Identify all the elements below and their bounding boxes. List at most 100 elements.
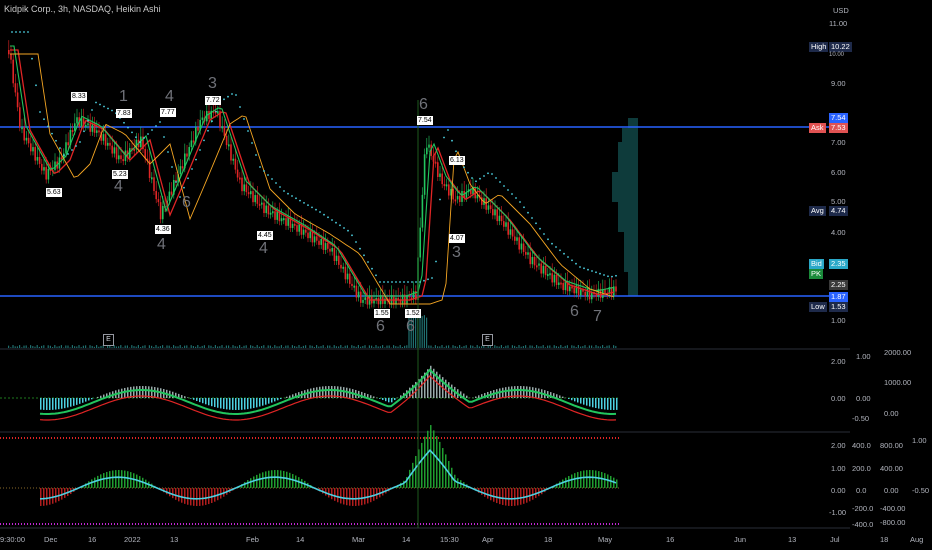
time-tick: Jul (830, 535, 840, 544)
volume-bar (593, 347, 595, 348)
histogram-bar (562, 396, 564, 398)
volume-bar (368, 345, 370, 348)
volume-bar (36, 345, 38, 348)
candle-body (538, 263, 540, 266)
histogram-bar (475, 396, 477, 398)
earnings-marker[interactable]: E (482, 334, 493, 346)
trail-dot (563, 252, 565, 255)
trail-dot (507, 189, 509, 191)
volume-bar (122, 347, 124, 348)
candle-body (109, 142, 111, 146)
histogram-bar (67, 398, 69, 408)
candle-body (549, 273, 551, 276)
volume-bar (399, 345, 401, 348)
candle-body (562, 282, 564, 291)
histogram-bar (232, 398, 234, 410)
trail-dot (87, 119, 89, 122)
histogram-bar (568, 398, 570, 400)
volume-bar (274, 345, 276, 348)
histogram-bar (439, 441, 441, 488)
histogram-bar (193, 488, 195, 506)
candle-body (322, 238, 325, 250)
candle-body (71, 130, 74, 133)
histogram-bar (214, 398, 216, 408)
histogram-bar (601, 472, 603, 488)
trail-dot (591, 270, 593, 272)
candle-body (318, 240, 320, 245)
volume-bar (41, 345, 43, 348)
volume-bar (536, 345, 538, 348)
volume-bar (140, 347, 142, 348)
candle-body (489, 205, 492, 210)
candle-body (518, 237, 520, 250)
volume-bar (285, 345, 287, 348)
histogram-bar (184, 488, 186, 504)
trail-dot (471, 177, 473, 179)
histogram-bar (196, 398, 198, 401)
volume-bar (241, 347, 243, 348)
candle-body (98, 130, 100, 133)
price-label: 4.45 (257, 231, 273, 240)
time-tick: 18 (544, 535, 553, 544)
chart-canvas[interactable] (0, 0, 932, 550)
histogram-bar (346, 488, 348, 506)
histogram-bar (562, 479, 564, 488)
volume-bar (100, 345, 102, 348)
candle-body (179, 166, 182, 175)
candle-body (428, 144, 430, 148)
trail-dot (467, 171, 469, 174)
volume-bar (496, 346, 498, 348)
trail-dot (171, 166, 173, 168)
histogram-bar (364, 488, 366, 505)
time-tick: 18 (880, 535, 889, 544)
high-value: 10.22 (829, 42, 852, 52)
histogram-bar (208, 398, 210, 406)
histogram-bar (343, 488, 345, 505)
histogram-bar (565, 477, 567, 488)
histogram-bar (271, 470, 273, 488)
price-label: 6.13 (449, 156, 465, 165)
histogram-bar (100, 395, 102, 398)
candle-body (547, 274, 549, 277)
pane2-tick: -0.50 (852, 414, 870, 423)
time-tick: Mar (352, 535, 365, 544)
earnings-marker[interactable]: E (103, 334, 114, 346)
trail-dot (263, 170, 265, 172)
trail-dot (383, 281, 385, 283)
volume-bar (217, 346, 219, 348)
trail-dot (71, 149, 73, 151)
candle-body (89, 123, 91, 132)
volume-bar (47, 345, 49, 348)
histogram-bar (493, 488, 495, 502)
trail-dot (267, 174, 269, 176)
candle-body (529, 252, 531, 265)
trail-dot (203, 139, 205, 142)
volume-bar (481, 346, 483, 348)
trail-dot (399, 281, 401, 283)
volume-bar (157, 346, 159, 348)
histogram-bar (382, 398, 384, 400)
chart-stage[interactable]: Kidpik Corp., 3h, NASDAQ, Heikin Ashi US… (0, 0, 932, 550)
candle-body (551, 273, 553, 283)
candle-body (384, 298, 386, 304)
pane3-tick: -1.00 (829, 508, 847, 517)
histogram-bar (181, 488, 183, 503)
histogram-bar (517, 488, 519, 506)
time-tick: Feb (246, 535, 259, 544)
candle-body (448, 184, 450, 196)
trail-dot (23, 31, 25, 33)
histogram-bar (529, 488, 531, 502)
histogram-bar (412, 462, 414, 488)
pane3-tick: -800.00 (880, 518, 906, 527)
level-lower-tag: 1.87 (829, 292, 848, 302)
trail-dot (599, 272, 601, 275)
histogram-bar (61, 398, 63, 409)
histogram-bar (505, 387, 507, 398)
time-tick: 9:30:00 (0, 535, 26, 544)
candle-body (311, 231, 314, 243)
candle-body (267, 205, 270, 215)
volume-bar (566, 345, 568, 348)
volume-bar (91, 345, 93, 348)
histogram-bar (574, 398, 576, 402)
candle-body (346, 273, 349, 280)
